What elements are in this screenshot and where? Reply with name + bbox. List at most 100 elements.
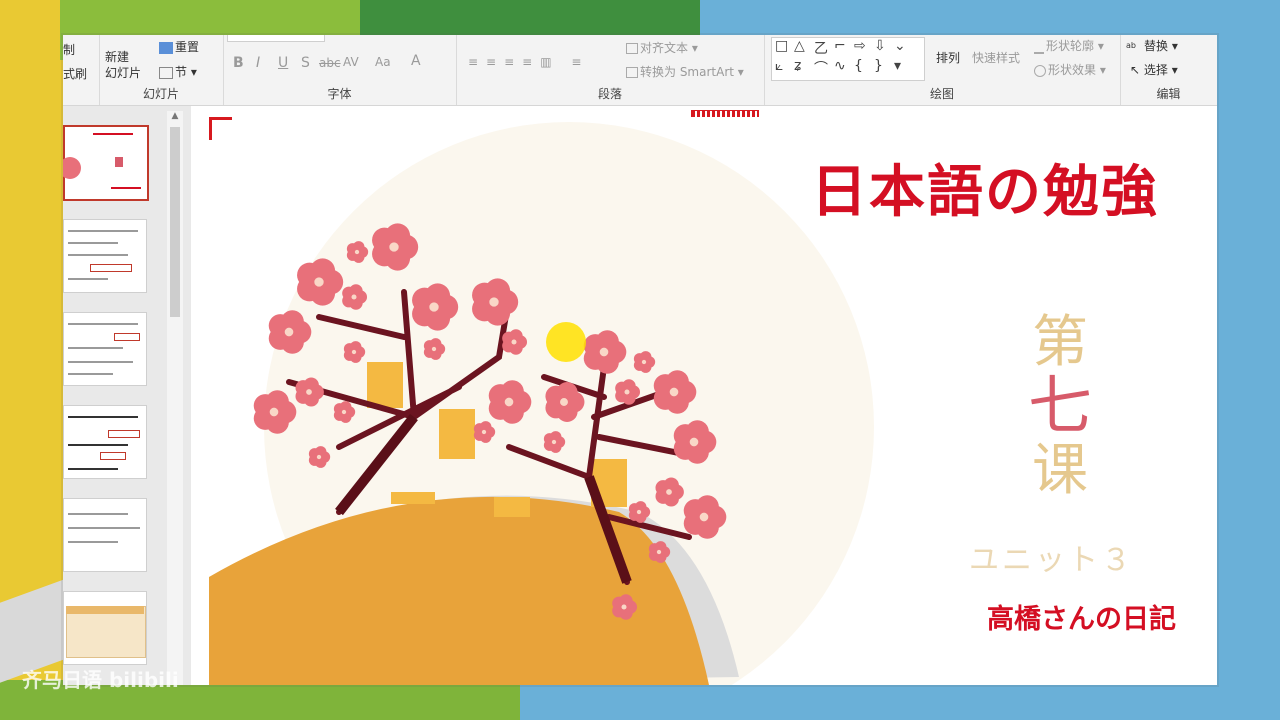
section-button[interactable]: 节 ▾	[159, 63, 197, 80]
slide-thumbnails-pane: ▲	[63, 106, 191, 685]
format-painter-button[interactable]: 式刷	[63, 65, 87, 82]
replace-button[interactable]: ab 替换 ▾	[1126, 37, 1178, 54]
scrollbar-thumb[interactable]	[170, 127, 180, 317]
blossom-center	[341, 409, 347, 415]
slide-title[interactable]: 日本語の勉強	[811, 147, 1159, 228]
bg-bottom-blue-panel	[520, 680, 1280, 720]
blossom-center	[641, 359, 647, 365]
slide-thumbnail-1[interactable]	[63, 125, 149, 201]
thumb-highlight-box	[114, 333, 140, 341]
slide-canvas[interactable]: 日本語の勉強 第 七 课 ユニット３ 高橋さんの日記	[209, 117, 1217, 685]
slide-subtitle[interactable]: 高橋さんの日記	[987, 597, 1176, 636]
thumb-text-line	[68, 541, 118, 543]
pencil-icon	[1034, 40, 1044, 54]
triangle-shape-icon[interactable]: △	[794, 38, 805, 54]
shape-outline-button[interactable]: 形状轮廓 ▾	[1034, 37, 1104, 54]
curve-shape-icon[interactable]: ∿	[834, 58, 846, 74]
section-icon	[159, 66, 173, 79]
convert-smartart-button[interactable]: 转换为 SmartArt ▾	[626, 63, 744, 80]
scroll-up-arrow-icon[interactable]: ▲	[170, 111, 180, 123]
slide-thumbnail-5[interactable]	[63, 498, 147, 572]
font-color-button[interactable]: A	[411, 53, 421, 69]
strikethrough-button[interactable]: abc	[319, 56, 341, 70]
smartart-label: 转换为 SmartArt	[640, 65, 734, 79]
thumb-text-line	[68, 323, 138, 325]
more-shapes-down-icon[interactable]: ▾	[894, 58, 901, 74]
change-case-button[interactable]: Aa	[375, 55, 391, 69]
rectangle-shape-icon[interactable]: □	[775, 38, 788, 54]
alignment-buttons[interactable]: ≡≡≡≡▥ ≡	[468, 55, 589, 69]
ribbon-group-clipboard: 制 式刷	[63, 35, 100, 105]
right-arrow-shape-icon[interactable]: ⇨	[854, 38, 866, 54]
shape-effects-button[interactable]: 形状效果 ▾	[1034, 61, 1106, 78]
drawing-group-label: 绘图	[929, 87, 954, 101]
blossom-center	[599, 347, 609, 357]
mouse-cursor-highlight	[546, 322, 586, 362]
elbow-connector-shape-icon[interactable]: ⌐	[834, 38, 846, 54]
thumb-text-line	[68, 444, 128, 446]
blossom-center	[551, 439, 557, 445]
blossom-center	[669, 387, 679, 397]
blossom-center	[699, 512, 709, 522]
shape-effects-icon	[1034, 64, 1046, 77]
blossom-center	[481, 429, 487, 435]
more-shapes-up-icon[interactable]: ⌄	[894, 38, 906, 54]
quick-styles-button[interactable]: 快速样式	[972, 49, 1020, 66]
pointer-icon: ↖	[1130, 63, 1141, 77]
down-arrow-shape-icon[interactable]: ⇩	[874, 38, 886, 54]
font-group-label: 字体	[327, 87, 352, 101]
select-label: 选择	[1143, 63, 1168, 77]
scribble-shape-icon[interactable]: ʑ	[794, 58, 801, 74]
lantern	[367, 362, 403, 408]
slide-thumbnail-2[interactable]	[63, 219, 147, 293]
bold-button[interactable]: B	[233, 55, 244, 71]
align-text-label: 对齐文本	[640, 41, 689, 55]
shadow-button[interactable]: S	[301, 55, 310, 71]
italic-button[interactable]: I	[256, 55, 260, 71]
character-spacing-button[interactable]: AV	[343, 55, 359, 69]
slide-thumbnail-6[interactable]	[63, 591, 147, 665]
blossom-center	[354, 249, 360, 255]
slide-thumbnail-3[interactable]	[63, 312, 147, 386]
watermark: 齐马日语 bilibili	[22, 668, 179, 692]
connector-shape-icon[interactable]: 乙	[814, 38, 828, 58]
thumb-lesson-mark	[115, 157, 123, 167]
thumb-flower	[63, 157, 81, 179]
slides-group-label: 幻灯片	[142, 87, 179, 101]
blossom-center	[624, 389, 630, 395]
right-brace-shape-icon[interactable]: }	[874, 58, 883, 74]
blossom-center	[429, 302, 439, 312]
reset-button[interactable]: 重置	[159, 38, 199, 55]
lesson-number[interactable]: 第 七 课	[1024, 315, 1096, 499]
thumbnail-scrollbar[interactable]: ▲	[167, 111, 183, 685]
thumb-text-line	[68, 361, 133, 363]
blossom-center	[431, 346, 437, 352]
blossom-center	[511, 339, 517, 345]
blossom-center	[636, 509, 642, 515]
arrange-button[interactable]: 排列	[936, 49, 960, 66]
ribbon: 制 式刷 新建 幻灯片 重置 节 ▾ 幻灯片 B I U S abc AV Aa…	[63, 35, 1217, 106]
font-name-box[interactable]	[227, 35, 325, 42]
new-slide-button[interactable]: 新建 幻灯片	[105, 49, 141, 81]
reset-label: 重置	[175, 40, 200, 54]
thumb-text-line	[68, 416, 138, 418]
thumb-highlight-box	[100, 452, 126, 460]
thumb-text-line	[68, 468, 118, 470]
shapes-gallery[interactable]: □ △ 乙 ⌐ ⇨ ⇩ ⌄ ⟀ ʑ ⌒ ∿ { } ▾	[771, 37, 925, 81]
blossom-center	[306, 389, 312, 395]
copy-button[interactable]: 制	[63, 41, 75, 58]
slide-thumbnail-4[interactable]	[63, 405, 147, 479]
ribbon-group-slides: 新建 幻灯片 重置 节 ▾ 幻灯片	[99, 35, 224, 105]
arc-shape-icon[interactable]: ⌒	[814, 58, 828, 78]
left-brace-shape-icon[interactable]: {	[854, 58, 863, 74]
lesson-char-3: 课	[1032, 438, 1088, 503]
select-button[interactable]: ↖ 选择 ▾	[1130, 61, 1178, 78]
underline-button[interactable]: U	[278, 55, 288, 71]
freeform-shape-icon[interactable]: ⟀	[775, 58, 783, 74]
thumb-subtitle-line	[111, 187, 141, 189]
align-text-button[interactable]: 对齐文本 ▾	[626, 39, 698, 56]
section-label: 节	[175, 65, 188, 79]
ribbon-group-drawing: □ △ 乙 ⌐ ⇨ ⇩ ⌄ ⟀ ʑ ⌒ ∿ { } ▾ 排列 快速样式 形状轮廓…	[764, 35, 1121, 105]
unit-label[interactable]: ユニット３	[969, 535, 1134, 579]
thumb-table-header	[66, 606, 144, 614]
